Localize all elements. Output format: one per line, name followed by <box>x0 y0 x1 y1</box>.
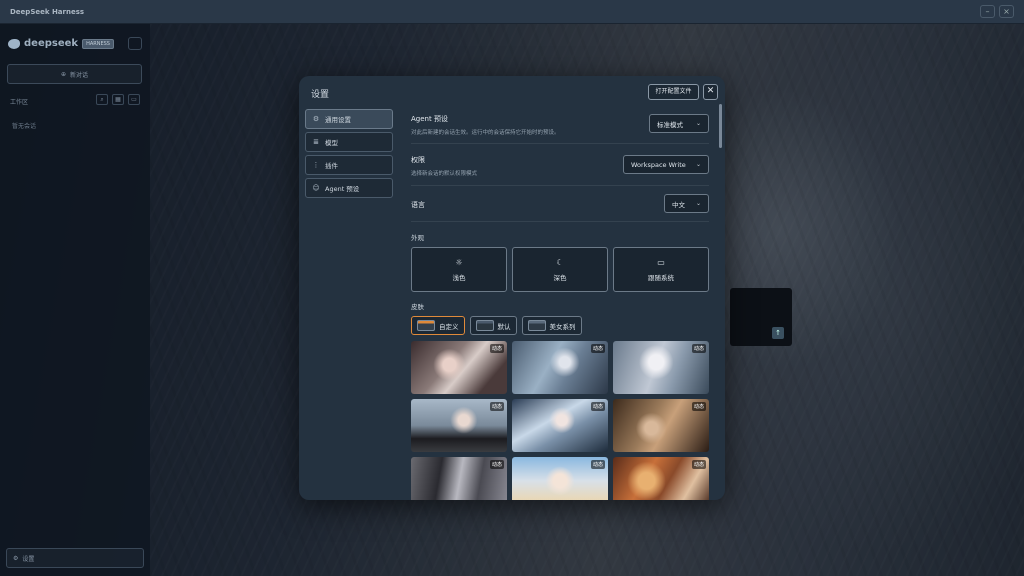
nav-label: Agent 预设 <box>325 185 360 193</box>
agent-preset-value: 标准模式 <box>657 120 683 129</box>
skin-title: 皮肤 <box>411 303 424 311</box>
window-title-bar: DeepSeek Harness – × <box>0 0 1024 24</box>
modal-title: 设置 <box>311 90 330 100</box>
skin-thumbnail[interactable]: 动态 <box>613 457 709 500</box>
sliders-icon: ⋮ <box>312 161 320 169</box>
nav-label: 插件 <box>325 162 338 170</box>
database-icon: ≣ <box>313 138 319 146</box>
language-value: 中文 <box>672 200 685 209</box>
workspace-grid-icon[interactable]: ▦ <box>112 94 124 105</box>
chevron-down-icon: ⌄ <box>695 161 701 168</box>
skin-tab-label: 美女系列 <box>549 322 576 331</box>
dynamic-badge: 动态 <box>489 460 504 469</box>
appearance-title: 外观 <box>411 234 424 242</box>
skin-tab-label: 自定义 <box>439 322 459 331</box>
gear-icon: ⚙ <box>312 115 320 123</box>
dynamic-badge: 动态 <box>590 460 605 469</box>
theme-light-button[interactable]: ☼ 浅色 <box>411 247 507 292</box>
empty-chats-label: 暂无会话 <box>12 123 37 130</box>
nav-label: 通用设置 <box>325 116 351 124</box>
deepseek-logo-icon <box>8 38 20 49</box>
robot-icon: ☺ <box>312 184 320 192</box>
chevron-down-icon: ⌄ <box>695 120 701 127</box>
dynamic-badge: 动态 <box>691 344 706 353</box>
close-window-button[interactable]: × <box>999 5 1014 18</box>
close-modal-button[interactable]: ✕ <box>703 84 718 100</box>
workspace-search-icon[interactable]: ⌕ <box>96 94 108 105</box>
nav-item-plugins[interactable]: ⋮ 插件 <box>305 155 393 175</box>
sidebar-toggle-button[interactable] <box>128 37 142 50</box>
skin-thumbnail[interactable]: 动态 <box>613 399 709 452</box>
skin-thumbnail[interactable]: 动态 <box>512 341 608 394</box>
nav-item-general[interactable]: ⚙ 通用设置 <box>305 109 393 129</box>
language-select[interactable]: 中文 ⌄ <box>664 194 709 213</box>
nav-label: 模型 <box>325 139 338 147</box>
skin-thumbnail[interactable]: 动态 <box>411 341 507 394</box>
dynamic-badge: 动态 <box>590 402 605 411</box>
background-panel: ↑ <box>730 288 792 346</box>
moon-icon: ☾ <box>556 257 564 267</box>
skin-swatch <box>417 320 435 331</box>
dynamic-badge: 动态 <box>489 402 504 411</box>
skin-tab-default[interactable]: 默认 <box>469 316 517 335</box>
open-config-button[interactable]: 打开配置文件 <box>648 84 699 100</box>
app-title: DeepSeek Harness <box>10 7 85 16</box>
skin-thumbnail[interactable]: 动态 <box>411 399 507 452</box>
brand: deepseek HARNESS <box>8 38 114 49</box>
brand-version-badge: HARNESS <box>82 38 114 49</box>
skin-tab-label: 默认 <box>497 322 511 331</box>
theme-label: 浅色 <box>452 273 466 282</box>
skin-thumbnail[interactable]: 动态 <box>411 457 507 500</box>
skin-thumbnail[interactable]: 动态 <box>512 457 608 500</box>
new-chat-label: 新对话 <box>70 71 89 79</box>
agent-preset-select[interactable]: 标准模式 ⌄ <box>649 114 709 133</box>
dynamic-badge: 动态 <box>691 460 706 469</box>
modal-scrollbar[interactable] <box>719 104 722 148</box>
nav-item-agent-preset[interactable]: ☺ Agent 预设 <box>305 178 393 198</box>
monitor-icon: ▭ <box>657 257 665 267</box>
skin-tab-beauty-series[interactable]: 美女系列 <box>521 316 582 335</box>
appearance-options: ☼ 浅色 ☾ 深色 ▭ 跟随系统 <box>411 247 709 292</box>
divider <box>411 221 709 222</box>
permission-select[interactable]: Workspace Write ⌄ <box>623 155 709 174</box>
settings-content: Agent 预设 对此后新建的会话生效。运行中的会话保持它开始时的预设。 标准模… <box>411 109 709 500</box>
dynamic-badge: 动态 <box>691 402 706 411</box>
theme-system-button[interactable]: ▭ 跟随系统 <box>613 247 709 292</box>
workspace-folder-icon[interactable]: ▭ <box>128 94 140 105</box>
settings-button[interactable]: ⚙ 设置 <box>6 548 144 568</box>
panel-arrow-icon: ↑ <box>772 327 784 339</box>
settings-modal: 设置 打开配置文件 ✕ ⚙ 通用设置 ≣ 模型 ⋮ 插件 ☺ Agent 预设 … <box>299 76 725 500</box>
dynamic-badge: 动态 <box>489 344 504 353</box>
settings-nav: ⚙ 通用设置 ≣ 模型 ⋮ 插件 ☺ Agent 预设 <box>305 109 393 201</box>
skin-tab-custom[interactable]: 自定义 <box>411 316 465 335</box>
skin-tabs: 自定义 默认 美女系列 <box>411 316 582 335</box>
divider <box>411 143 709 144</box>
new-chat-button[interactable]: ⊕ 新对话 <box>7 64 142 84</box>
workspace-label: 工作区 <box>10 99 29 106</box>
theme-dark-button[interactable]: ☾ 深色 <box>512 247 608 292</box>
skin-thumbnail[interactable]: 动态 <box>613 341 709 394</box>
minimize-button[interactable]: – <box>980 5 995 18</box>
sidebar: deepseek HARNESS ⊕ 新对话 工作区 ⌕ ▦ ▭ 暂无会话 ⚙ … <box>0 24 150 576</box>
skin-swatch <box>475 320 494 331</box>
settings-label: 设置 <box>22 555 35 563</box>
plus-icon: ⊕ <box>60 70 66 78</box>
skin-thumbnail-grid: 动态 动态 动态 动态 动态 动态 动态 动态 动态 <box>411 341 709 500</box>
theme-label: 深色 <box>553 273 567 282</box>
brand-name: deepseek <box>24 38 79 49</box>
nav-item-model[interactable]: ≣ 模型 <box>305 132 393 152</box>
permission-value: Workspace Write <box>631 160 686 169</box>
sun-icon: ☼ <box>455 257 463 267</box>
skin-thumbnail[interactable]: 动态 <box>512 399 608 452</box>
chevron-down-icon: ⌄ <box>695 200 701 207</box>
dynamic-badge: 动态 <box>590 344 605 353</box>
theme-label: 跟随系统 <box>648 273 674 282</box>
divider <box>411 185 709 186</box>
gear-icon: ⚙ <box>13 554 19 562</box>
skin-swatch <box>527 320 546 331</box>
